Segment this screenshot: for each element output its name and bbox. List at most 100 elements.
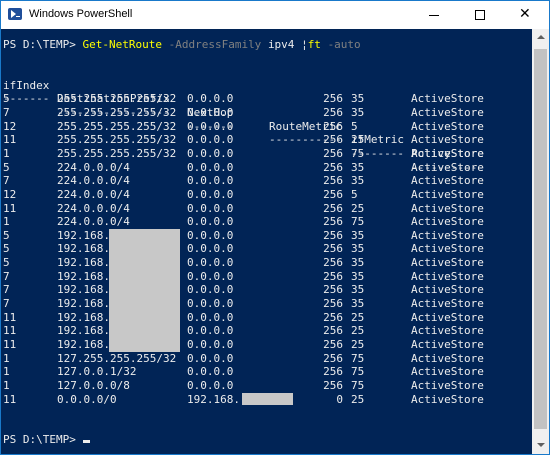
- cell-destination-prefix: 127.255.255.255/32: [57, 351, 177, 365]
- minimize-icon: [429, 15, 439, 16]
- cell-policy-store: ActiveStore: [411, 338, 484, 351]
- cell-policy-store: ActiveStore: [411, 269, 484, 283]
- cell-ifmetric: 25: [351, 392, 365, 406]
- cell-route-metric: 256: [323, 146, 343, 160]
- cell-destination-prefix: 255.255.255.255/32: [57, 146, 177, 160]
- cell-ifindex: 11: [3, 338, 17, 351]
- cell-nexthop: 0.0.0.0: [187, 269, 234, 283]
- table-row: 5 192.168. 0.0.0.0 256 35 ActiveStore: [1, 229, 532, 243]
- cell-policy-store: ActiveStore: [411, 228, 484, 242]
- cell-nexthop: 0.0.0.0: [187, 351, 234, 365]
- cell-nexthop: 0.0.0.0: [187, 201, 234, 215]
- cell-ifindex: 5: [3, 256, 10, 270]
- cell-nexthop: 0.0.0.0: [187, 242, 234, 256]
- cell-route-metric: 256: [323, 378, 343, 392]
- cell-destination-prefix: 192.168.: [57, 310, 110, 324]
- table-row: 7 192.168. 0.0.0.0 256 35 ActiveStore: [1, 283, 532, 297]
- cell-policy-store: ActiveStore: [411, 215, 484, 229]
- cell-nexthop: 0.0.0.0: [187, 297, 234, 311]
- cell-route-metric: 256: [323, 351, 343, 365]
- powershell-window: Windows PowerShell ✕ PS D:\TEMP> Get-Net…: [0, 0, 550, 455]
- cell-route-metric: 256: [323, 310, 343, 324]
- cell-policy-store: ActiveStore: [411, 92, 484, 106]
- cell-destination-prefix: 127.0.0.1/32: [57, 365, 137, 379]
- table-row: 5 192.168. 0.0.0.0 256 35 ActiveStore: [1, 242, 532, 256]
- vertical-scrollbar[interactable]: [532, 29, 549, 454]
- cell-nexthop: 0.0.0.0: [187, 133, 234, 147]
- cell-route-metric: 256: [323, 338, 343, 351]
- cell-ifindex: 11: [3, 133, 17, 147]
- cell-ifindex: 12: [3, 119, 17, 133]
- scroll-up-button[interactable]: [532, 29, 549, 46]
- title-bar[interactable]: Windows PowerShell ✕: [1, 1, 549, 29]
- cell-policy-store: ActiveStore: [411, 242, 484, 256]
- close-icon: ✕: [519, 6, 531, 22]
- table-header-underline: ------- ----------------- ------- ------…: [1, 79, 532, 173]
- cell-ifindex: 7: [3, 269, 10, 283]
- cell-ifindex: 7: [3, 174, 10, 188]
- cell-ifmetric: 75: [351, 351, 365, 365]
- cell-ifmetric: 35: [351, 174, 365, 188]
- cell-route-metric: 256: [323, 215, 343, 229]
- close-button[interactable]: ✕: [503, 1, 549, 29]
- cell-policy-store: ActiveStore: [411, 119, 484, 133]
- cell-route-metric: 256: [323, 174, 343, 188]
- scroll-down-button[interactable]: [532, 437, 549, 454]
- cell-nexthop: 0.0.0.0: [187, 310, 234, 324]
- cell-ifindex: 1: [3, 365, 10, 379]
- cell-policy-store: ActiveStore: [411, 201, 484, 215]
- cell-destination-prefix: 192.168.: [57, 283, 110, 297]
- cell-ifindex: 7: [3, 105, 10, 119]
- table-row: 1 127.0.0.1/32 0.0.0.0 256 75 ActiveStore: [1, 365, 532, 379]
- pipe-symbol: ¦: [301, 38, 308, 51]
- cell-policy-store: ActiveStore: [411, 160, 484, 174]
- cell-ifindex: 1: [3, 146, 10, 160]
- cell-route-metric: 256: [323, 119, 343, 133]
- cell-destination-prefix: 192.168.: [57, 338, 110, 351]
- parameter-value: ipv4: [267, 38, 295, 51]
- cell-nexthop: 0.0.0.0: [187, 146, 234, 160]
- table-row: 1 224.0.0.0/4 0.0.0.0 256 75 ActiveStore: [1, 215, 532, 229]
- maximize-button[interactable]: [457, 1, 503, 29]
- cell-ifmetric: 35: [351, 105, 365, 119]
- cell-policy-store: ActiveStore: [411, 324, 484, 338]
- cell-route-metric: 256: [323, 324, 343, 338]
- cell-nexthop: 0.0.0.0: [187, 378, 234, 392]
- cell-ifindex: 5: [3, 242, 10, 256]
- cell-policy-store: ActiveStore: [411, 351, 484, 365]
- cell-destination-prefix: 255.255.255.255/32: [57, 119, 177, 133]
- cell-nexthop: 0.0.0.0: [187, 338, 234, 351]
- parameter-name: -AddressFamily: [168, 38, 262, 51]
- cell-ifmetric: 75: [351, 146, 365, 160]
- cell-ifindex: 5: [3, 160, 10, 174]
- cell-destination-prefix: 192.168.: [57, 269, 110, 283]
- table-row: 1 127.0.0.0/8 0.0.0.0 256 75 ActiveStore: [1, 379, 532, 393]
- table-row: 11 192.168. 0.0.0.0 256 25 ActiveStore: [1, 324, 532, 338]
- table-row: 12 224.0.0.0/4 0.0.0.0 256 5 ActiveStore: [1, 188, 532, 202]
- cell-route-metric: 256: [323, 283, 343, 297]
- cell-destination-prefix: 224.0.0.0/4: [57, 187, 130, 201]
- cell-destination-prefix: 224.0.0.0/4: [57, 160, 130, 174]
- cell-destination-prefix: 192.168.: [57, 324, 110, 338]
- cell-policy-store: ActiveStore: [411, 365, 484, 379]
- table-row: 11 255.255.255.255/32 0.0.0.0 256 25 ActiveSt…: [1, 133, 532, 147]
- cell-ifmetric: 35: [351, 283, 365, 297]
- cell-destination-prefix: 224.0.0.0/4: [57, 215, 130, 229]
- cell-nexthop: 0.0.0.0: [187, 365, 234, 379]
- scroll-thumb[interactable]: [534, 49, 547, 429]
- cell-nexthop: 192.168.: [187, 392, 240, 406]
- cell-policy-store: ActiveStore: [411, 105, 484, 119]
- cell-ifmetric: 25: [351, 324, 365, 338]
- cell-ifmetric: 75: [351, 378, 365, 392]
- cell-ifmetric: 25: [351, 338, 365, 351]
- console-output[interactable]: PS D:\TEMP> Get-NetRoute -AddressFamily …: [1, 29, 532, 454]
- powershell-icon: [8, 8, 22, 20]
- cell-ifindex: 11: [3, 324, 17, 338]
- minimize-button[interactable]: [411, 1, 457, 29]
- table-row: 5 192.168. 0.0.0.0 256 35 ActiveStore: [1, 256, 532, 270]
- cell-route-metric: 256: [323, 187, 343, 201]
- prompt: PS D:\TEMP>: [3, 38, 83, 51]
- cell-nexthop: 0.0.0.0: [187, 215, 234, 229]
- table-row: 7 224.0.0.0/4 0.0.0.0 256 35 ActiveStore: [1, 174, 532, 188]
- table-header: ifIndex DestinationPrefix NextHop RouteM…: [1, 65, 532, 160]
